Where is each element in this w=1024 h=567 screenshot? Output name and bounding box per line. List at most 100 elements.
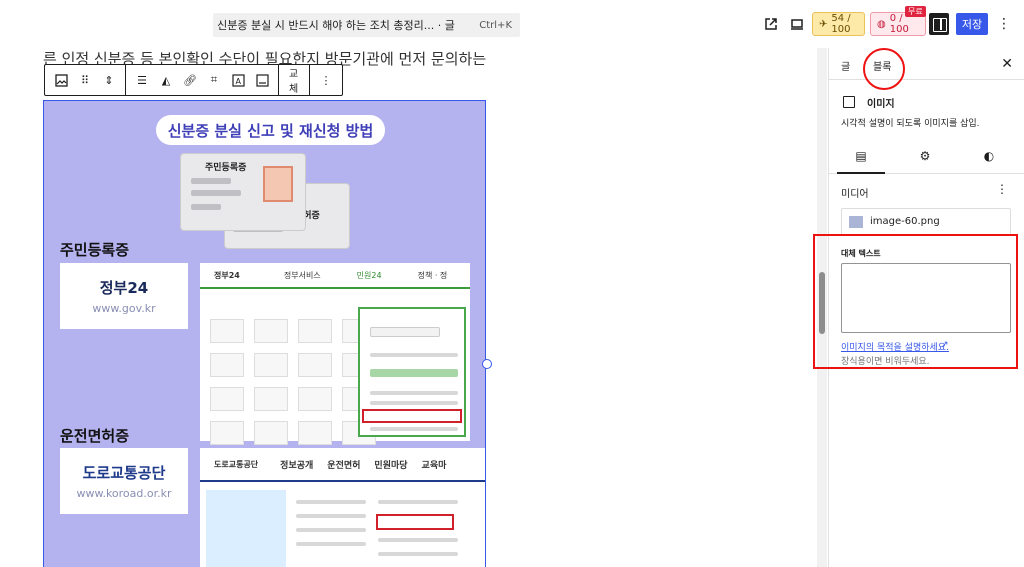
- duotone-icon[interactable]: ◭: [154, 68, 178, 92]
- image-thumbnail: [849, 216, 863, 228]
- id-card-graphic: 주민등록증: [180, 153, 306, 231]
- media-filename: image-60.png: [870, 216, 940, 227]
- image-resize-handle[interactable]: [482, 359, 492, 369]
- tab-post[interactable]: 글: [841, 58, 850, 73]
- save-button[interactable]: 저장: [956, 13, 988, 35]
- mini-line: [378, 500, 458, 504]
- block-description: 시각적 설명이 되도록 이미지를 삽입.: [841, 119, 980, 129]
- alt-text-input[interactable]: [841, 263, 1011, 333]
- card-front-label: 주민등록증: [205, 163, 247, 173]
- svg-text:A: A: [235, 77, 241, 86]
- external-link-icon[interactable]: [762, 15, 780, 33]
- gov24-site-logo: 정부24: [214, 270, 240, 280]
- options-menu-icon[interactable]: ⋮: [997, 15, 1011, 33]
- site-nav: 정부24 정부서비스 민원24 정책 · 정: [200, 263, 470, 289]
- image-block[interactable]: 신분증 분실 신고 및 재신청 방법 면허증 주민등록증 주민등록증 정부24 …: [43, 100, 486, 567]
- mini-line: [378, 552, 458, 556]
- mini-cell: [254, 387, 288, 411]
- koroad-logo: 도로교통공단: [82, 464, 166, 482]
- search-panel: [358, 307, 466, 437]
- mini-cell: [298, 353, 332, 377]
- mini-line: [370, 369, 458, 377]
- mini-cell: [254, 421, 288, 445]
- link-icon[interactable]: 🔗︎: [178, 68, 202, 92]
- mini-line: [370, 427, 458, 431]
- koroad-url: www.koroad.or.kr: [76, 487, 172, 500]
- portrait-photo: [263, 166, 293, 202]
- settings-sidebar: 글 블록 ✕ 이미지 시각적 설명이 되도록 이미지를 삽입. ▤ ⚙ ◐ 미디…: [813, 48, 1024, 567]
- mini-line: [370, 401, 458, 405]
- external-link-icon: ↗: [941, 340, 949, 350]
- koroad-logo-box: 도로교통공단 www.koroad.or.kr: [60, 448, 188, 514]
- site-nav-item: 정부서비스: [283, 270, 321, 280]
- image-block-icon[interactable]: [49, 68, 73, 92]
- alt-text-label: 대체 텍스트: [841, 249, 881, 258]
- mini-line: [296, 542, 366, 546]
- card-line: [191, 204, 221, 210]
- gear-icon[interactable]: ⚙: [913, 147, 937, 165]
- media-options-icon[interactable]: ⋮: [996, 182, 1008, 196]
- site-nav-item: 운전면허: [327, 460, 361, 471]
- settings-sidebar-toggle[interactable]: [929, 13, 949, 35]
- inspector-tabs: ▤ ⚙ ◐: [829, 138, 1024, 174]
- gov24-logo: 정부24: [99, 279, 149, 297]
- more-options-icon[interactable]: ⋮: [314, 68, 338, 92]
- koroad-screenshot: 도로교통공단 정보공개 운전면허 민원마당 교육마: [200, 448, 485, 567]
- site-nav-item: 교육마: [421, 460, 447, 471]
- mini-line: [296, 514, 366, 518]
- caption-icon[interactable]: [250, 68, 274, 92]
- mini-cell: [210, 353, 244, 377]
- mini-line: [378, 538, 458, 542]
- highlight-rect: [362, 409, 462, 423]
- mini-cell: [254, 353, 288, 377]
- block-name: 이미지: [867, 99, 895, 110]
- site-nav: 도로교통공단 정보공개 운전면허 민원마당 교육마: [200, 448, 485, 482]
- crop-icon[interactable]: ⌗: [202, 68, 226, 92]
- settings-list-icon[interactable]: ▤: [837, 147, 885, 174]
- mini-cell: [298, 421, 332, 445]
- alt-help-text: 장식용이면 비워두세요.: [841, 357, 930, 367]
- gov24-screenshot: 정부24 정부서비스 민원24 정책 · 정: [200, 263, 470, 445]
- seo-icon: ✈: [819, 18, 828, 30]
- mini-line: [296, 528, 366, 532]
- annotation-circle: [863, 48, 905, 90]
- contrast-icon[interactable]: ◐: [977, 147, 1001, 165]
- media-section-title: 미디어: [841, 189, 869, 200]
- device-preview-icon[interactable]: [788, 15, 806, 33]
- card-line: [191, 190, 241, 196]
- replace-button[interactable]: 교체: [283, 68, 305, 95]
- post-title-command[interactable]: 신분증 분실 시 반드시 해야 하는 조치 총정리... · 글: [213, 17, 459, 33]
- section-heading-license: 운전면허증: [60, 427, 130, 445]
- mini-cell: [298, 319, 332, 343]
- infographic-title: 신분증 분실 신고 및 재신청 방법: [156, 115, 385, 145]
- sidebar-tabs: 글 블록 ✕: [829, 48, 1024, 90]
- seo-score-button[interactable]: ✈ 54 / 100: [812, 12, 865, 36]
- gov24-url: www.gov.kr: [92, 302, 156, 315]
- drag-handle-icon[interactable]: ⠿: [73, 68, 97, 92]
- mini-line: [370, 391, 458, 395]
- text-overlay-icon[interactable]: A: [226, 68, 250, 92]
- mini-cell: [210, 387, 244, 411]
- alt-purpose-link[interactable]: 이미지의 목적을 설명하세요.: [841, 340, 949, 353]
- road-illustration: [206, 490, 286, 567]
- command-palette-bar[interactable]: 신분증 분실 시 반드시 해야 하는 조치 총정리... · 글 Ctrl+K: [213, 13, 520, 37]
- mini-line: [370, 327, 440, 337]
- highlight-rect: [376, 514, 454, 530]
- close-icon[interactable]: ✕: [1001, 56, 1013, 72]
- move-updown-icon[interactable]: ⇕: [97, 68, 121, 92]
- gov24-logo-box: 정부24 www.gov.kr: [60, 263, 188, 329]
- service-icon-grid: [210, 319, 376, 445]
- mini-cell: [210, 421, 244, 445]
- mini-line: [370, 353, 458, 357]
- align-icon[interactable]: ☰: [130, 68, 154, 92]
- media-file-button[interactable]: image-60.png: [841, 208, 1011, 236]
- site-nav-item: 민원24: [356, 270, 382, 280]
- mini-cell: [298, 387, 332, 411]
- site-nav-item: 민원마당: [374, 460, 408, 471]
- mini-cell: [254, 319, 288, 343]
- seo-score: 54 / 100: [831, 13, 851, 35]
- mini-line: [296, 500, 366, 504]
- free-badge: 무료: [905, 6, 926, 17]
- site-nav-item: 정보공개: [280, 460, 314, 471]
- editor-canvas: 른 인정 신분증 등 본인확인 수단이 필요한지 방문기관에 먼저 문의하는 ⠿…: [0, 48, 810, 567]
